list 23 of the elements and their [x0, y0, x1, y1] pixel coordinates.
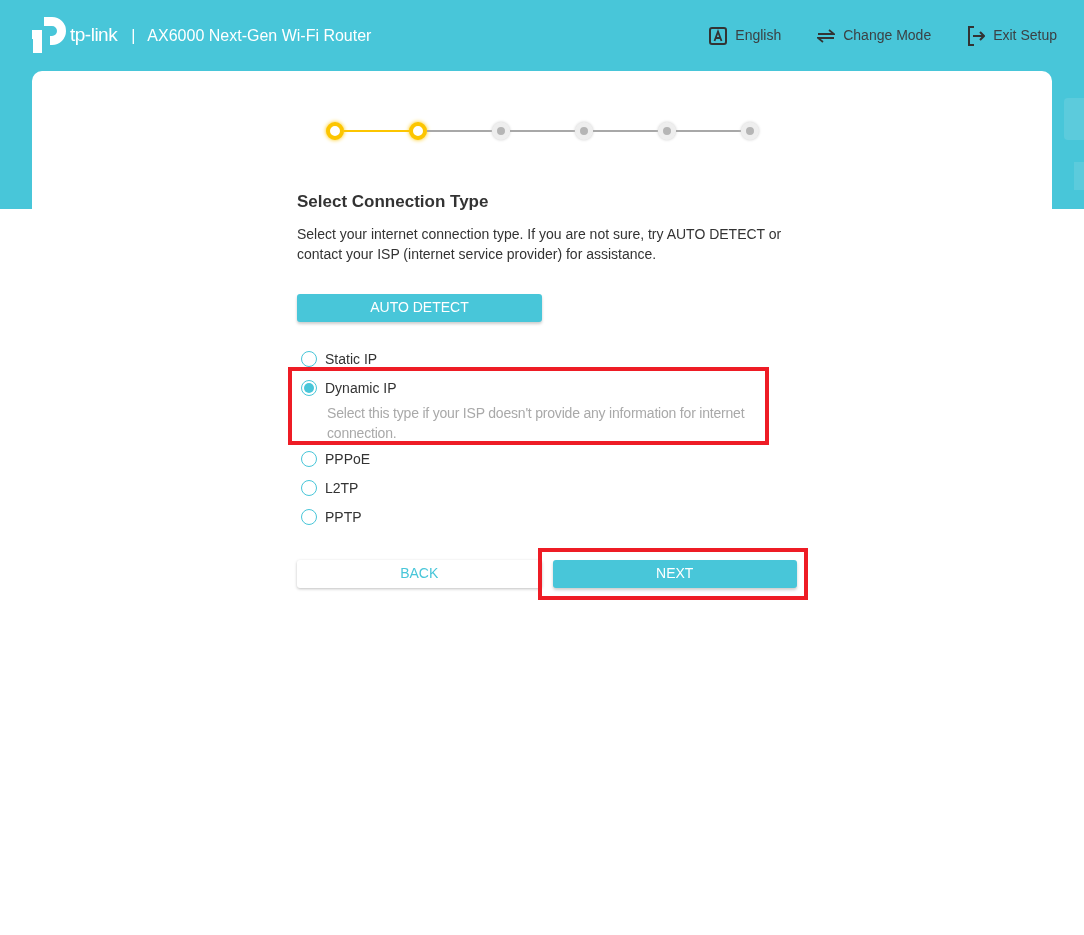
option-hint: Select this type if your ISP doesn't provide any information for internet connection.	[327, 403, 746, 443]
brand-name: tp-link	[70, 23, 118, 48]
nav-link[interactable]: English	[735, 25, 782, 46]
exit-icon	[967, 25, 986, 46]
description-text: Select your internet connection type. If you are not sure, try AUTO DETECT or contact your ISP (internet service provider) for assistance.	[297, 224, 783, 264]
radio-button[interactable]	[301, 509, 317, 525]
product-title: AX6000 Next-Gen Wi-Fi Router	[147, 25, 372, 46]
letter-a-icon	[709, 26, 728, 45]
option-label[interactable]: Static IP	[325, 348, 378, 370]
option-label[interactable]: Dynamic IP	[325, 377, 397, 399]
option-label[interactable]: PPPoE	[325, 448, 371, 470]
radio-button[interactable]	[301, 480, 317, 496]
header-separator: |	[131, 25, 136, 46]
section-heading: Select Connection Type	[297, 191, 490, 213]
logo-icon	[32, 16, 66, 53]
radio-button[interactable]	[301, 451, 317, 467]
option-label[interactable]: PPTP	[325, 506, 362, 528]
radio-button[interactable]	[301, 351, 317, 367]
option-label[interactable]: L2TP	[325, 477, 359, 499]
swap-arrows-icon	[817, 28, 836, 43]
nav-link[interactable]: Change Mode	[843, 25, 932, 46]
radio-button[interactable]	[301, 380, 317, 396]
nav-link[interactable]: Exit Setup	[993, 25, 1057, 46]
